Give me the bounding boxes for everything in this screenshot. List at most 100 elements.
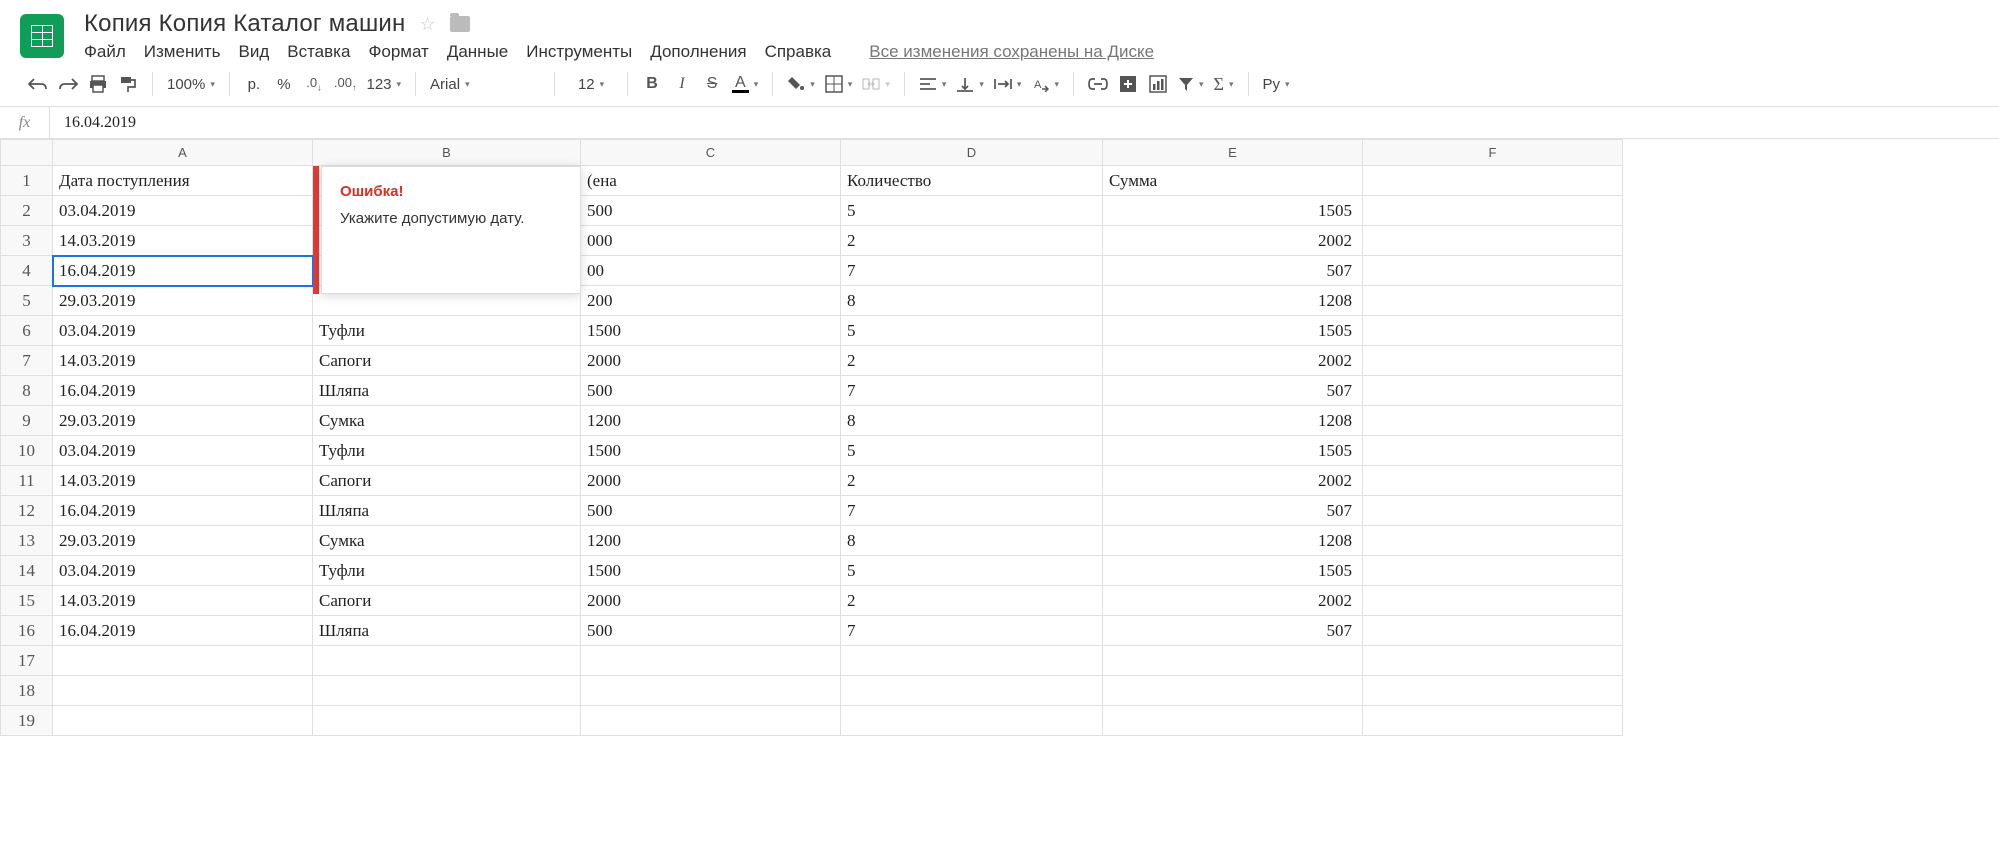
menu-file[interactable]: Файл bbox=[84, 42, 126, 62]
cell[interactable]: 1505 bbox=[1103, 196, 1363, 226]
cell[interactable]: 2 bbox=[841, 586, 1103, 616]
row-header[interactable]: 18 bbox=[1, 676, 53, 706]
cell[interactable]: 29.03.2019 bbox=[53, 406, 313, 436]
cell[interactable] bbox=[1363, 466, 1623, 496]
cell[interactable]: 1500 bbox=[581, 556, 841, 586]
cell[interactable] bbox=[1363, 376, 1623, 406]
cell[interactable]: 16.04.2019 bbox=[53, 376, 313, 406]
cell[interactable] bbox=[1363, 166, 1623, 196]
cell[interactable] bbox=[1363, 586, 1623, 616]
more-formats-dropdown[interactable]: 123 bbox=[366, 72, 401, 96]
cell[interactable] bbox=[1363, 286, 1623, 316]
insert-link-icon[interactable] bbox=[1088, 72, 1108, 96]
fill-color-dropdown[interactable] bbox=[787, 72, 815, 96]
cell[interactable] bbox=[1363, 706, 1623, 736]
cell[interactable] bbox=[1363, 526, 1623, 556]
cell[interactable]: 2 bbox=[841, 466, 1103, 496]
cell[interactable]: 1505 bbox=[1103, 436, 1363, 466]
vertical-align-dropdown[interactable] bbox=[956, 72, 984, 96]
col-header-F[interactable]: F bbox=[1363, 140, 1623, 166]
col-header-C[interactable]: C bbox=[581, 140, 841, 166]
cell[interactable]: 2002 bbox=[1103, 226, 1363, 256]
cell[interactable]: 03.04.2019 bbox=[53, 316, 313, 346]
cell[interactable]: Сумка bbox=[313, 406, 581, 436]
cell[interactable]: 1208 bbox=[1103, 526, 1363, 556]
insert-chart-icon[interactable] bbox=[1148, 72, 1168, 96]
col-header-A[interactable]: A bbox=[53, 140, 313, 166]
bold-button[interactable]: B bbox=[642, 72, 662, 96]
cell[interactable]: 1208 bbox=[1103, 406, 1363, 436]
cell[interactable]: 7 bbox=[841, 256, 1103, 286]
col-header-B[interactable]: B bbox=[313, 140, 581, 166]
cell[interactable]: 1200 bbox=[581, 526, 841, 556]
cell[interactable]: 1500 bbox=[581, 316, 841, 346]
cell[interactable] bbox=[53, 706, 313, 736]
paint-format-icon[interactable] bbox=[118, 72, 138, 96]
cell[interactable]: 2000 bbox=[581, 346, 841, 376]
row-header[interactable]: 3 bbox=[1, 226, 53, 256]
cell[interactable]: 03.04.2019 bbox=[53, 436, 313, 466]
cell[interactable] bbox=[1363, 346, 1623, 376]
cell[interactable]: 1200 bbox=[581, 406, 841, 436]
cell[interactable]: Сапоги bbox=[313, 586, 581, 616]
filter-dropdown[interactable] bbox=[1178, 72, 1204, 96]
cell[interactable]: 7 bbox=[841, 376, 1103, 406]
undo-icon[interactable] bbox=[28, 72, 48, 96]
cell[interactable]: Шляпа bbox=[313, 616, 581, 646]
cell[interactable] bbox=[581, 706, 841, 736]
row-header[interactable]: 14 bbox=[1, 556, 53, 586]
functions-dropdown[interactable]: Σ bbox=[1214, 72, 1234, 96]
cell[interactable]: 2002 bbox=[1103, 466, 1363, 496]
menu-format[interactable]: Формат bbox=[368, 42, 428, 62]
cell[interactable]: Шляпа bbox=[313, 496, 581, 526]
italic-button[interactable]: I bbox=[672, 72, 692, 96]
col-header-E[interactable]: E bbox=[1103, 140, 1363, 166]
menu-tools[interactable]: Инструменты bbox=[526, 42, 632, 62]
cell[interactable]: 8 bbox=[841, 526, 1103, 556]
cell[interactable]: 2000 bbox=[581, 466, 841, 496]
cell[interactable]: 29.03.2019 bbox=[53, 286, 313, 316]
cell[interactable] bbox=[1363, 316, 1623, 346]
cell[interactable]: 2000 bbox=[581, 586, 841, 616]
menu-help[interactable]: Справка bbox=[765, 42, 832, 62]
col-header-D[interactable]: D bbox=[841, 140, 1103, 166]
sheets-logo[interactable] bbox=[20, 14, 64, 58]
cell[interactable]: 8 bbox=[841, 406, 1103, 436]
row-header[interactable]: 8 bbox=[1, 376, 53, 406]
cell[interactable] bbox=[53, 676, 313, 706]
cell[interactable] bbox=[1103, 646, 1363, 676]
cell[interactable] bbox=[841, 706, 1103, 736]
cell[interactable]: Сапоги bbox=[313, 346, 581, 376]
menu-edit[interactable]: Изменить bbox=[144, 42, 221, 62]
cell[interactable]: 507 bbox=[1103, 376, 1363, 406]
row-header[interactable]: 2 bbox=[1, 196, 53, 226]
cell[interactable]: 16.04.2019 bbox=[53, 496, 313, 526]
cell[interactable]: 14.03.2019 bbox=[53, 466, 313, 496]
cell[interactable]: 1505 bbox=[1103, 316, 1363, 346]
cell[interactable]: 000 bbox=[581, 226, 841, 256]
cell[interactable] bbox=[1363, 616, 1623, 646]
cell[interactable]: 2 bbox=[841, 226, 1103, 256]
cell[interactable] bbox=[581, 646, 841, 676]
row-header[interactable]: 17 bbox=[1, 646, 53, 676]
text-wrap-dropdown[interactable] bbox=[994, 72, 1022, 96]
cell[interactable]: Туфли bbox=[313, 556, 581, 586]
cell[interactable]: Сумма bbox=[1103, 166, 1363, 196]
decrease-decimals-icon[interactable]: .0↓ bbox=[304, 72, 324, 96]
cell[interactable] bbox=[1103, 706, 1363, 736]
row-header[interactable]: 11 bbox=[1, 466, 53, 496]
menu-addons[interactable]: Дополнения bbox=[650, 42, 746, 62]
input-language-dropdown[interactable]: Ру bbox=[1263, 72, 1290, 96]
cell[interactable]: 5 bbox=[841, 436, 1103, 466]
menu-data[interactable]: Данные bbox=[447, 42, 508, 62]
cell[interactable]: 03.04.2019 bbox=[53, 196, 313, 226]
cell[interactable] bbox=[313, 676, 581, 706]
cell[interactable]: Дата поступления bbox=[53, 166, 313, 196]
cell[interactable]: 14.03.2019 bbox=[53, 226, 313, 256]
cell[interactable] bbox=[1363, 226, 1623, 256]
cell[interactable] bbox=[1363, 496, 1623, 526]
formula-input[interactable]: 16.04.2019 bbox=[50, 114, 136, 132]
cell[interactable]: 5 bbox=[841, 316, 1103, 346]
cell[interactable] bbox=[1103, 676, 1363, 706]
cell[interactable]: 16.04.2019 bbox=[53, 616, 313, 646]
